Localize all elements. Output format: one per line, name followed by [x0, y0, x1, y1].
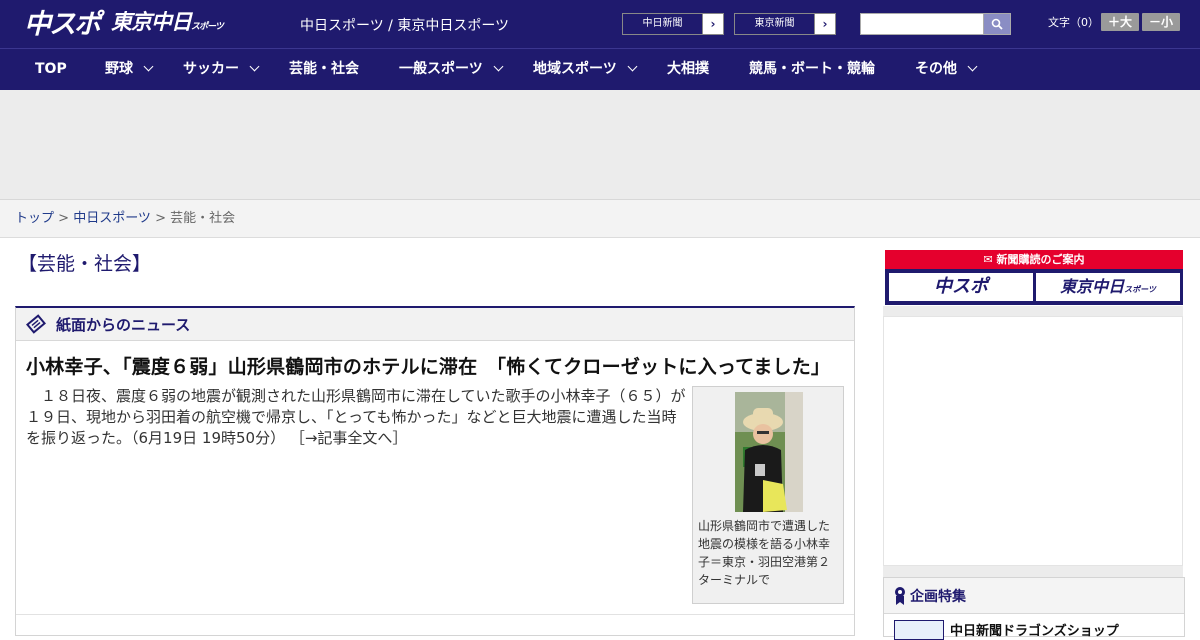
font-smaller-button[interactable]: －小 [1142, 13, 1180, 31]
subscription-heading: 新聞購読のご案内 [996, 253, 1085, 266]
nav-label: 芸能・社会 [289, 61, 359, 77]
feature-heading: 企画特集 [910, 588, 966, 605]
tokyo-chunichi-logo[interactable]: 東京中日スポーツ [111, 9, 224, 40]
tokyo-chunichi-subscribe-button[interactable]: 東京中日スポーツ [1036, 273, 1180, 301]
breadcrumb: トップ > 中日スポーツ > 芸能・社会 [0, 200, 1200, 238]
photo-caption: 山形県鶴岡市で遭遇した地震の模様を語る小林幸子＝東京・羽田空港第２ターミナルで [698, 519, 831, 587]
chevron-down-icon [493, 61, 504, 72]
nav-label: その他 [915, 61, 957, 77]
nav-label: 野球 [105, 61, 133, 77]
site-logos: 中スポ 東京中日スポーツ [24, 9, 224, 40]
news-section-header: 紙面からのニュース [16, 308, 854, 341]
search-icon [991, 18, 1003, 30]
nav-label: TOP [35, 61, 67, 77]
article-photo[interactable] [735, 392, 803, 512]
nav-item-soccer[interactable]: サッカー [183, 49, 260, 90]
feature-item-label: 中日新聞ドラゴンズショップ [950, 624, 1119, 639]
chevron-down-icon [143, 61, 154, 72]
read-more-link[interactable]: ［→記事全文へ］ [290, 429, 408, 447]
feature-item[interactable]: 中日新聞ドラゴンズショップ [894, 620, 1119, 640]
article-photo-box: 山形県鶴岡市で遭遇した地震の模様を語る小林幸子＝東京・羽田空港第２ターミナルで [692, 386, 844, 604]
article-title[interactable]: 小林幸子、「震度６弱」山形県鶴岡市のホテルに滞在 「怖くてクローゼットに入ってま… [26, 352, 830, 379]
feature-header: 企画特集 [884, 578, 1184, 614]
nav-item-regional-sports[interactable]: 地域スポーツ [533, 49, 638, 90]
top-ad-area [0, 90, 1200, 200]
ticket-icon: ✉ [983, 253, 993, 266]
nav-item-others[interactable]: その他 [915, 49, 978, 90]
site-links[interactable]: 中日スポーツ / 東京中日スポーツ [300, 15, 509, 35]
chunichi-shimbun-label: 中日新聞 [623, 14, 703, 34]
header-bar: 中スポ 東京中日スポーツ 中日スポーツ / 東京中日スポーツ 中日新聞 › 東京… [0, 0, 1200, 48]
nav-label: 一般スポーツ [399, 61, 483, 77]
tokyo-chunichi-subscribe-text: 東京中日 [1060, 277, 1125, 296]
tokyo-chunichi-logo-small: スポーツ [191, 22, 224, 32]
subscription-panel: ✉ 新聞購読のご案内 中スポ 東京中日スポーツ [885, 250, 1183, 305]
news-section: 紙面からのニュース 小林幸子、「震度６弱」山形県鶴岡市のホテルに滞在 「怖くてク… [15, 306, 855, 636]
nav-label: 競馬・ボート・競輪 [749, 61, 875, 77]
search-input[interactable] [860, 13, 984, 35]
breadcrumb-separator: > [150, 211, 171, 226]
feature-section: 企画特集 中日新聞ドラゴンズショップ [883, 577, 1185, 640]
chevron-down-icon [627, 61, 638, 72]
chevron-right-icon: › [710, 17, 716, 31]
breadcrumb-separator: > [54, 211, 74, 226]
chevron-right-icon: › [822, 17, 828, 31]
page-title: 【芸能・社会】 [18, 253, 152, 275]
article-summary: １８日夜、震度６弱の地震が観測された山形県鶴岡市に滞在していた歌手の小林幸子（６… [26, 386, 686, 449]
font-size-label: 文字（0） [1048, 16, 1099, 29]
breadcrumb-current: 芸能・社会 [170, 211, 236, 226]
tokyo-chunichi-logo-text: 東京中日 [111, 10, 192, 34]
badge-icon [895, 586, 905, 605]
chuspo-logo[interactable]: 中スポ [24, 10, 101, 40]
chevron-down-icon [967, 61, 978, 72]
nav-item-entertainment[interactable]: 芸能・社会 [289, 49, 359, 90]
newspaper-icon [26, 314, 46, 334]
feature-thumbnail [894, 620, 944, 640]
nav-item-general-sports[interactable]: 一般スポーツ [399, 49, 504, 90]
divider [16, 614, 854, 615]
chuspo-subscribe-button[interactable]: 中スポ [889, 273, 1033, 301]
nav-label: サッカー [183, 61, 239, 77]
chunichi-shimbun-button[interactable]: 中日新聞 › [622, 13, 724, 35]
breadcrumb-section-link[interactable]: 中日スポーツ [73, 211, 151, 226]
tokyo-shimbun-label: 東京新聞 [735, 14, 815, 34]
tokyo-chunichi-subscribe-small: スポーツ [1124, 285, 1156, 294]
tokyo-shimbun-button[interactable]: 東京新聞 › [734, 13, 836, 35]
breadcrumb-top-link[interactable]: トップ [15, 211, 54, 226]
subscription-header[interactable]: ✉ 新聞購読のご案内 [885, 250, 1183, 269]
nav-item-sumo[interactable]: 大相撲 [667, 49, 709, 90]
chevron-down-icon [249, 61, 260, 72]
news-section-heading: 紙面からのニュース [56, 315, 191, 334]
nav-item-top[interactable]: TOP [35, 49, 67, 90]
search-button[interactable] [983, 13, 1011, 35]
nav-item-racing[interactable]: 競馬・ボート・競輪 [749, 49, 875, 90]
main-nav: TOP 野球 サッカー 芸能・社会 一般スポーツ 地域スポーツ 大相撲 競馬・ボ… [0, 48, 1200, 90]
nav-label: 大相撲 [667, 61, 709, 77]
nav-item-baseball[interactable]: 野球 [105, 49, 154, 90]
nav-label: 地域スポーツ [533, 61, 617, 77]
font-larger-button[interactable]: ＋大 [1101, 13, 1139, 31]
sidebar-ad [883, 316, 1183, 566]
